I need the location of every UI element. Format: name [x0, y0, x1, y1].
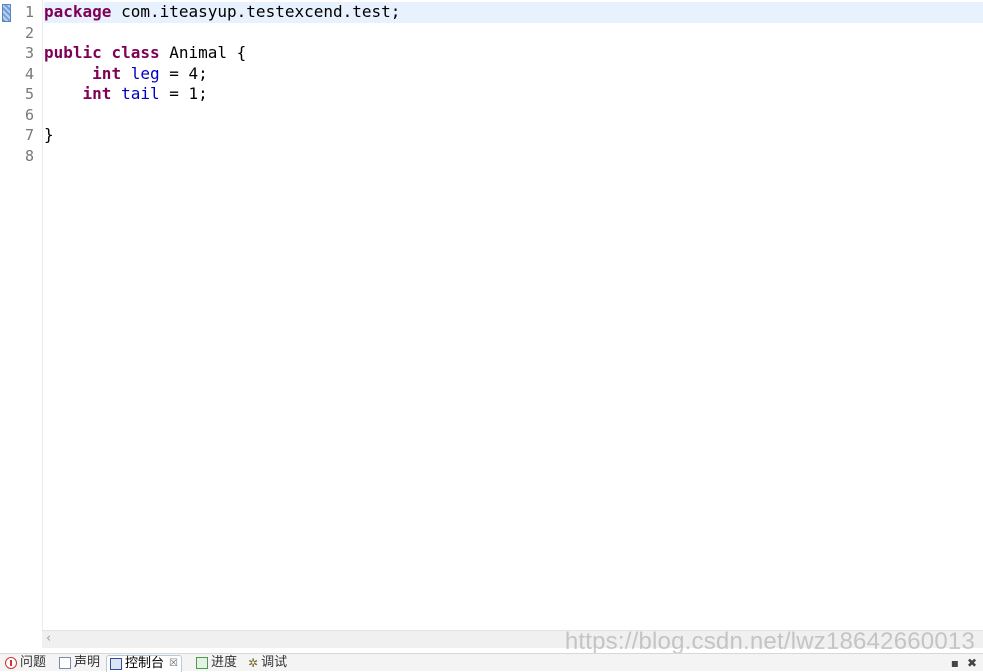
line-number-gutter: 1 2 3 4 5 6 7 8 — [12, 0, 43, 630]
close-view-icon[interactable]: ✖ — [967, 655, 977, 671]
line-number: 7 — [24, 126, 34, 144]
keyword-token: class — [111, 43, 160, 62]
code-token: = 1; — [159, 84, 208, 103]
tab-declaration-label: 声明 — [74, 655, 101, 670]
overview-ruler — [0, 0, 12, 630]
line-number: 1 — [24, 3, 34, 21]
code-line[interactable]: } — [44, 125, 54, 145]
tab-debug-label: 调试 — [261, 655, 288, 670]
tab-debug[interactable]: ✲ 调试 — [245, 655, 290, 671]
code-token: } — [44, 125, 54, 144]
progress-icon — [196, 657, 208, 669]
tab-declaration[interactable]: 声明 — [56, 655, 103, 671]
line-number: 3 — [24, 44, 34, 62]
code-line[interactable]: package com.iteasyup.testexcend.test; — [44, 2, 400, 22]
bottom-view-tabbar: 问题 声明 控制台 ☒ 进度 ✲ 调试 ▪ ✖ — [0, 653, 983, 672]
line-number: 4 — [24, 64, 34, 83]
code-token: = 4; — [159, 63, 208, 83]
code-line[interactable]: public class Animal { — [44, 43, 246, 63]
tab-progress[interactable]: 进度 — [193, 655, 240, 671]
field-token: tail — [121, 84, 160, 103]
view-controls: ▪ ✖ — [951, 655, 977, 671]
tab-console[interactable]: 控制台 ☒ — [106, 655, 182, 672]
console-icon — [110, 658, 122, 670]
keyword-token: public — [44, 43, 102, 62]
scroll-left-arrow-icon[interactable]: ‹ — [46, 630, 51, 647]
keyword-token: int — [92, 63, 122, 83]
keyword-token: int — [82, 84, 112, 103]
line-number: 5 — [24, 85, 34, 103]
line-number: 6 — [24, 105, 34, 124]
code-token: Animal { — [159, 43, 247, 62]
tab-problems-label: 问题 — [20, 655, 47, 670]
field-token: leg — [130, 63, 160, 83]
code-line[interactable]: int tail = 1; — [44, 84, 208, 104]
code-area[interactable]: package com.iteasyup.testexcend.test; pub… — [44, 0, 983, 630]
line-number: 2 — [24, 23, 34, 42]
code-editor[interactable]: 1 2 3 4 5 6 7 8 package com.iteasyup.testexcend… — [0, 0, 983, 630]
declaration-icon — [59, 657, 71, 669]
line-number: 8 — [24, 146, 34, 165]
problems-icon — [5, 657, 17, 669]
code-line[interactable]: int leg = 4; — [44, 64, 208, 84]
debug-icon: ✲ — [248, 656, 259, 670]
minimize-icon[interactable]: ▪ — [951, 655, 959, 671]
tab-problems[interactable]: 问题 — [2, 655, 49, 671]
watermark: https://blog.csdn.net/lwz18642660013 — [564, 628, 975, 655]
current-line-marker — [2, 4, 11, 22]
code-token: com.iteasyup.testexcend.test; — [111, 2, 401, 21]
keyword-token: package — [44, 2, 112, 21]
tab-progress-label: 进度 — [211, 655, 238, 670]
